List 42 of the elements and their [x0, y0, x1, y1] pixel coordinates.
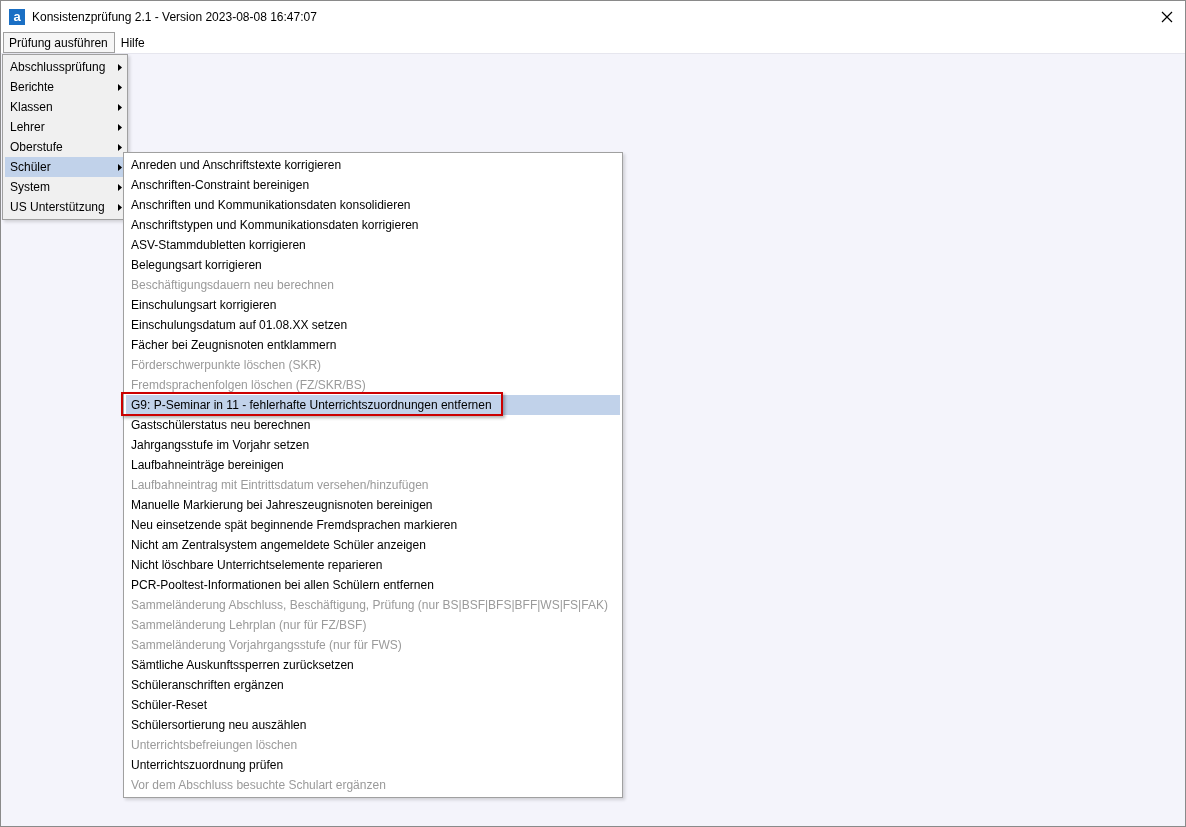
menu-item[interactable]: Anschriften und Kommunikationsdaten konsolidieren: [126, 195, 620, 215]
submenu-arrow-icon: [118, 203, 122, 211]
menu-item[interactable]: Abschlussprüfung: [5, 57, 127, 77]
menu-item[interactable]: Belegungsart korrigieren: [126, 255, 620, 275]
submenu-arrow-icon: [118, 63, 122, 71]
menu-item[interactable]: Gastschülerstatus neu berechnen: [126, 415, 620, 435]
close-icon[interactable]: [1161, 10, 1173, 23]
menu-item[interactable]: US Unterstützung: [5, 197, 127, 217]
menu-item[interactable]: Sämtliche Auskunftssperren zurücksetzen: [126, 655, 620, 675]
submenu-arrow-icon: [118, 183, 122, 191]
app-logo: a: [9, 8, 25, 25]
menu-item[interactable]: Nicht löschbare Unterrichtselemente reparieren: [126, 555, 620, 575]
menu-item[interactable]: Schülersortierung neu auszählen: [126, 715, 620, 735]
menu-item[interactable]: Schüleranschriften ergänzen: [126, 675, 620, 695]
menu-item[interactable]: System: [5, 177, 127, 197]
menu-item[interactable]: Lehrer: [5, 117, 127, 137]
submenu-arrow-icon: [118, 83, 122, 91]
menu-item[interactable]: Berichte: [5, 77, 127, 97]
submenu-arrow-icon: [118, 163, 122, 171]
menu-item[interactable]: Unterrichtszuordnung prüfen: [126, 755, 620, 775]
window-title: Konsistenzprüfung 2.1 - Version 2023-08-08 16:47:07: [32, 9, 317, 24]
menu-item[interactable]: Neu einsetzende spät beginnende Fremdsprachen markieren: [126, 515, 620, 535]
menu-item[interactable]: Einschulungsdatum auf 01.08.XX setzen: [126, 315, 620, 335]
submenu-arrow-icon: [118, 123, 122, 131]
menu-item[interactable]: Manuelle Markierung bei Jahreszeugnisnoten bereinigen: [126, 495, 620, 515]
submenu-arrow-icon: [118, 103, 122, 111]
menu-item[interactable]: Klassen: [5, 97, 127, 117]
menu-item[interactable]: Einschulungsart korrigieren: [126, 295, 620, 315]
menu-item[interactable]: Fächer bei Zeugnisnoten entklammern: [126, 335, 620, 355]
menu-item[interactable]: Oberstufe: [5, 137, 127, 157]
menu-item[interactable]: ASV-Stammdubletten korrigieren: [126, 235, 620, 255]
menu-item[interactable]: Nicht am Zentralsystem angemeldete Schüler anzeigen: [126, 535, 620, 555]
menu-item[interactable]: Laufbahneinträge bereinigen: [126, 455, 620, 475]
menu-item[interactable]: Anschriften-Constraint bereinigen: [126, 175, 620, 195]
menu-item[interactable]: PCR-Pooltest-Informationen bei allen Schülern entfernen: [126, 575, 620, 595]
menu-item[interactable]: Schüler-Reset: [126, 695, 620, 715]
menu-bar-item[interactable]: Hilfe: [114, 32, 152, 53]
submenu-arrow-icon: [118, 143, 122, 151]
menu-bar-item[interactable]: Prüfung ausführen: [3, 32, 115, 53]
menu-item[interactable]: Anschriftstypen und Kommunikationsdaten korrigieren: [126, 215, 620, 235]
menu-item[interactable]: Anreden und Anschriftstexte korrigieren: [126, 155, 620, 175]
menu-item[interactable]: Jahrgangsstufe im Vorjahr setzen: [126, 435, 620, 455]
